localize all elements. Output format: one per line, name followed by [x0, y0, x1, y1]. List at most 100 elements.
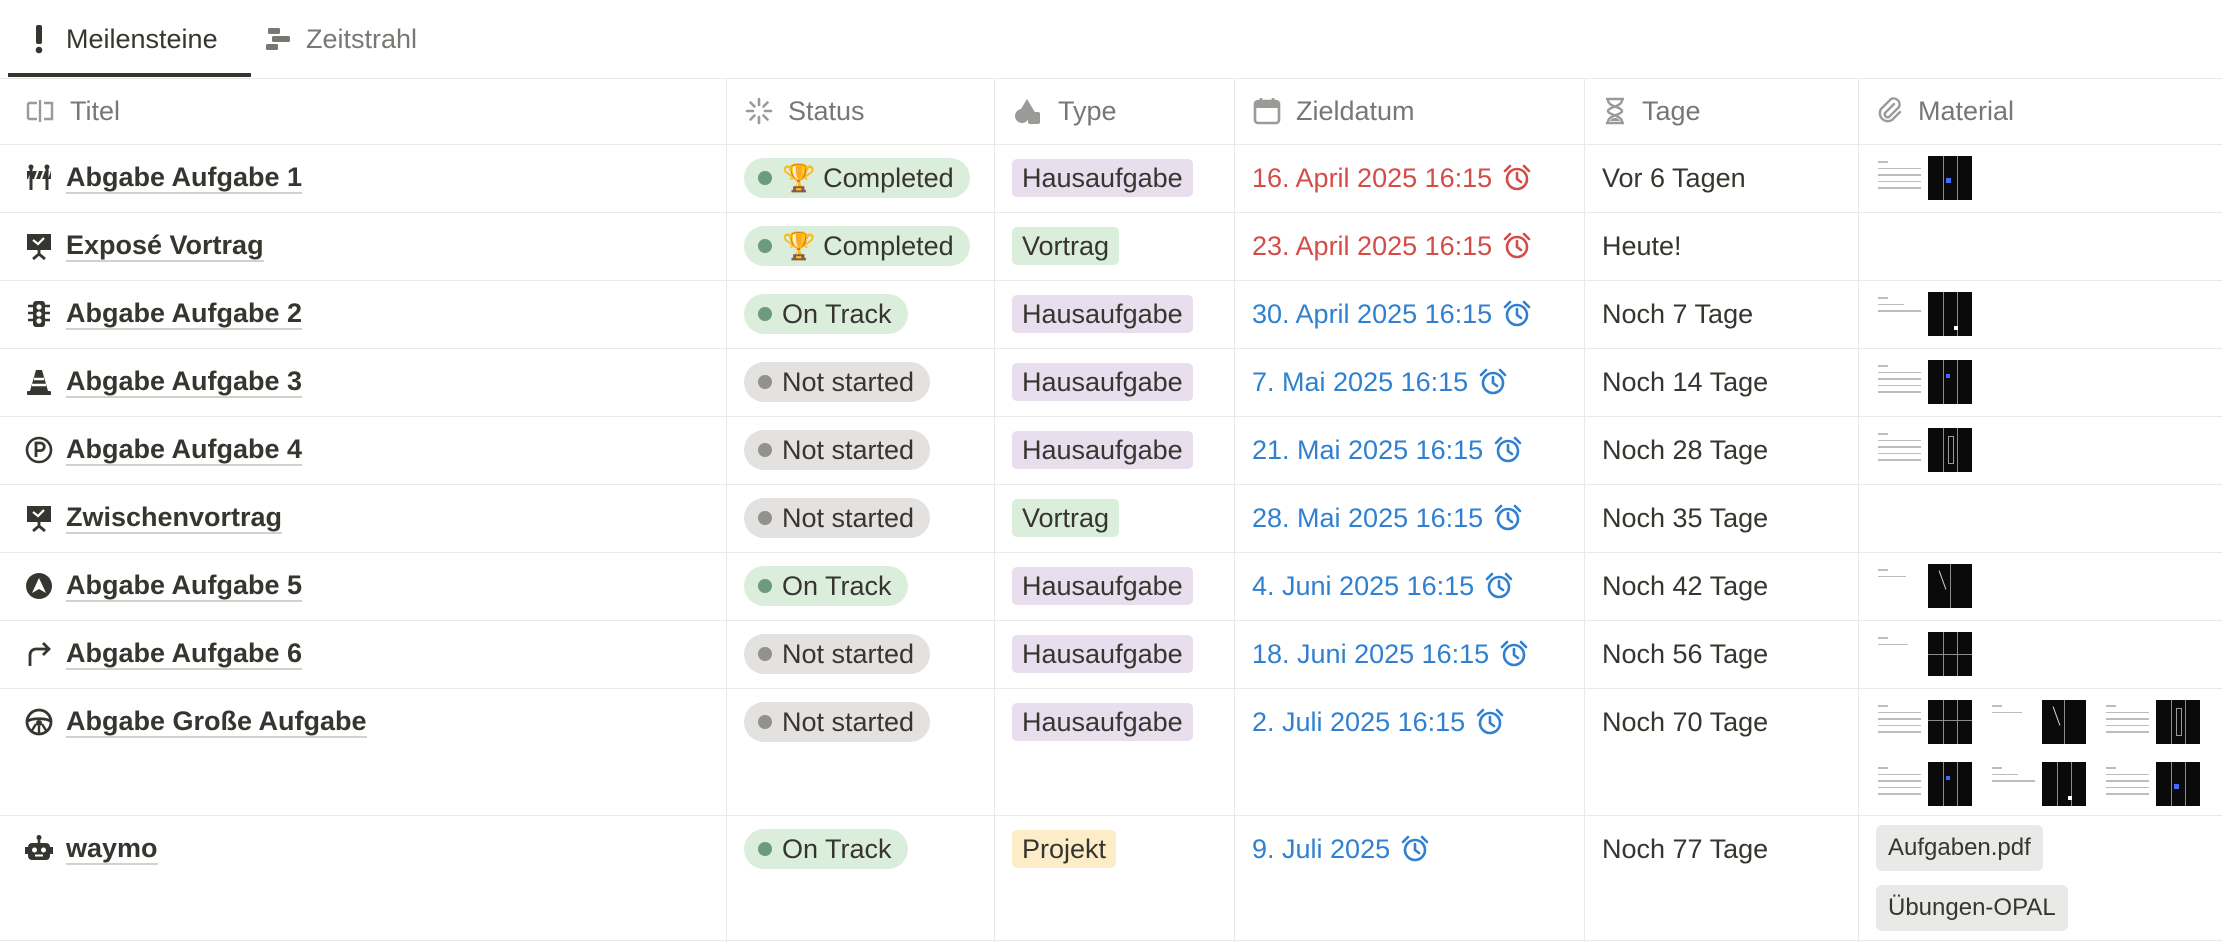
- pdf-thumbnail[interactable]: [2104, 762, 2204, 806]
- type-cell[interactable]: Hausaufgabe: [1012, 280, 1193, 348]
- column-header-material[interactable]: Material: [1876, 78, 2014, 144]
- date-cell[interactable]: 9. Juli 2025: [1252, 815, 1430, 883]
- title-cell[interactable]: waymo: [24, 815, 158, 883]
- type-cell[interactable]: Hausaufgabe: [1012, 144, 1193, 212]
- row-title[interactable]: Abgabe Aufgabe 4: [66, 434, 303, 466]
- date-cell[interactable]: 18. Juni 2025 16:15: [1252, 620, 1529, 688]
- days-cell[interactable]: Vor 6 Tagen: [1602, 144, 1746, 212]
- title-cell[interactable]: Abgabe Aufgabe 2: [24, 280, 303, 348]
- type-cell[interactable]: Hausaufgabe: [1012, 348, 1193, 416]
- title-cell[interactable]: Abgabe Aufgabe 1: [24, 144, 303, 212]
- material-cell[interactable]: [1876, 552, 1976, 620]
- date-cell[interactable]: 30. April 2025 16:15: [1252, 280, 1532, 348]
- file-chip-uebungen[interactable]: Übungen-OPAL: [1876, 885, 2068, 931]
- row-title[interactable]: Zwischenvortrag: [66, 502, 283, 534]
- type-cell[interactable]: Hausaufgabe: [1012, 688, 1193, 756]
- days-cell[interactable]: Noch 7 Tage: [1602, 280, 1753, 348]
- pdf-thumbnail[interactable]: [1876, 428, 1976, 472]
- status-pill[interactable]: On Track: [744, 294, 908, 334]
- pdf-thumbnail[interactable]: [1876, 700, 1976, 744]
- status-pill[interactable]: 🏆 Completed: [744, 226, 970, 266]
- status-cell[interactable]: 🏆 Completed: [744, 144, 970, 212]
- days-cell[interactable]: Heute!: [1602, 212, 1682, 280]
- type-cell[interactable]: Hausaufgabe: [1012, 552, 1193, 620]
- type-tag[interactable]: Hausaufgabe: [1012, 295, 1193, 333]
- type-cell[interactable]: Hausaufgabe: [1012, 416, 1193, 484]
- tab-meilensteine[interactable]: Meilensteine: [22, 0, 218, 78]
- row-title[interactable]: Abgabe Große Aufgabe: [66, 706, 367, 738]
- days-cell[interactable]: Noch 28 Tage: [1602, 416, 1768, 484]
- type-tag[interactable]: Vortrag: [1012, 227, 1120, 265]
- type-tag[interactable]: Hausaufgabe: [1012, 431, 1193, 469]
- days-cell[interactable]: Noch 70 Tage: [1602, 688, 1768, 756]
- days-cell[interactable]: Noch 56 Tage: [1602, 620, 1768, 688]
- type-tag[interactable]: Projekt: [1012, 830, 1117, 868]
- days-cell[interactable]: Noch 77 Tage: [1602, 815, 1768, 883]
- status-cell[interactable]: On Track: [744, 552, 908, 620]
- pdf-thumbnail[interactable]: [1876, 360, 1976, 404]
- material-cell[interactable]: [1876, 620, 1976, 688]
- tab-zeitstrahl[interactable]: Zeitstrahl: [262, 0, 417, 78]
- pdf-thumbnail[interactable]: [1876, 156, 1976, 200]
- row-title[interactable]: Abgabe Aufgabe 5: [66, 570, 303, 602]
- status-cell[interactable]: Not started: [744, 348, 931, 416]
- pdf-thumbnail[interactable]: [2104, 700, 2204, 744]
- status-pill[interactable]: Not started: [744, 362, 931, 402]
- status-pill[interactable]: Not started: [744, 702, 931, 742]
- column-header-date[interactable]: Zieldatum: [1252, 78, 1415, 144]
- column-header-status[interactable]: Status: [744, 78, 865, 144]
- type-cell[interactable]: Hausaufgabe: [1012, 620, 1193, 688]
- row-title[interactable]: Abgabe Aufgabe 3: [66, 366, 303, 398]
- status-pill[interactable]: On Track: [744, 566, 908, 606]
- title-cell[interactable]: Abgabe Große Aufgabe: [24, 688, 367, 756]
- column-header-days[interactable]: Tage: [1602, 78, 1701, 144]
- title-cell[interactable]: Abgabe Aufgabe 4: [24, 416, 303, 484]
- row-title[interactable]: waymo: [66, 833, 158, 865]
- row-title[interactable]: Exposé Vortrag: [66, 230, 264, 262]
- file-chip-aufgaben[interactable]: Aufgaben.pdf: [1876, 825, 2043, 871]
- row-title[interactable]: Abgabe Aufgabe 2: [66, 298, 303, 330]
- status-cell[interactable]: 🏆 Completed: [744, 212, 970, 280]
- material-cell[interactable]: Aufgaben.pdf Übungen-OPAL: [1876, 825, 2068, 931]
- type-cell[interactable]: Vortrag: [1012, 212, 1120, 280]
- type-tag[interactable]: Hausaufgabe: [1012, 159, 1193, 197]
- pdf-thumbnail[interactable]: [1876, 762, 1976, 806]
- type-tag[interactable]: Hausaufgabe: [1012, 567, 1193, 605]
- status-pill[interactable]: Not started: [744, 430, 931, 470]
- date-cell[interactable]: 2. Juli 2025 16:15: [1252, 688, 1505, 756]
- title-cell[interactable]: Zwischenvortrag: [24, 484, 283, 552]
- status-pill[interactable]: On Track: [744, 829, 908, 869]
- status-pill[interactable]: 🏆 Completed: [744, 158, 970, 198]
- type-tag[interactable]: Hausaufgabe: [1012, 703, 1193, 741]
- type-tag[interactable]: Hausaufgabe: [1012, 363, 1193, 401]
- title-cell[interactable]: Exposé Vortrag: [24, 212, 264, 280]
- date-cell[interactable]: 16. April 2025 16:15: [1252, 144, 1532, 212]
- pdf-thumbnail[interactable]: [1876, 632, 1976, 676]
- pdf-thumbnail[interactable]: [1876, 292, 1976, 336]
- type-cell[interactable]: Projekt: [1012, 815, 1117, 883]
- status-cell[interactable]: Not started: [744, 484, 931, 552]
- material-cell[interactable]: [1876, 348, 1976, 416]
- title-cell[interactable]: Abgabe Aufgabe 6: [24, 620, 303, 688]
- pdf-thumbnail[interactable]: [1876, 564, 1976, 608]
- material-cell[interactable]: [1876, 416, 1976, 484]
- date-cell[interactable]: 23. April 2025 16:15: [1252, 212, 1532, 280]
- column-header-type[interactable]: Type: [1012, 78, 1117, 144]
- type-tag[interactable]: Vortrag: [1012, 499, 1120, 537]
- material-cell[interactable]: [1876, 700, 2204, 806]
- title-cell[interactable]: Abgabe Aufgabe 3: [24, 348, 303, 416]
- date-cell[interactable]: 4. Juni 2025 16:15: [1252, 552, 1514, 620]
- days-cell[interactable]: Noch 14 Tage: [1602, 348, 1768, 416]
- status-cell[interactable]: On Track: [744, 815, 908, 883]
- status-cell[interactable]: On Track: [744, 280, 908, 348]
- column-header-title[interactable]: Titel: [24, 78, 120, 144]
- pdf-thumbnail[interactable]: [1990, 762, 2090, 806]
- type-tag[interactable]: Hausaufgabe: [1012, 635, 1193, 673]
- pdf-thumbnail[interactable]: [1990, 700, 2090, 744]
- status-pill[interactable]: Not started: [744, 498, 931, 538]
- status-pill[interactable]: Not started: [744, 634, 931, 674]
- type-cell[interactable]: Vortrag: [1012, 484, 1120, 552]
- date-cell[interactable]: 28. Mai 2025 16:15: [1252, 484, 1523, 552]
- row-title[interactable]: Abgabe Aufgabe 1: [66, 162, 303, 194]
- status-cell[interactable]: Not started: [744, 416, 931, 484]
